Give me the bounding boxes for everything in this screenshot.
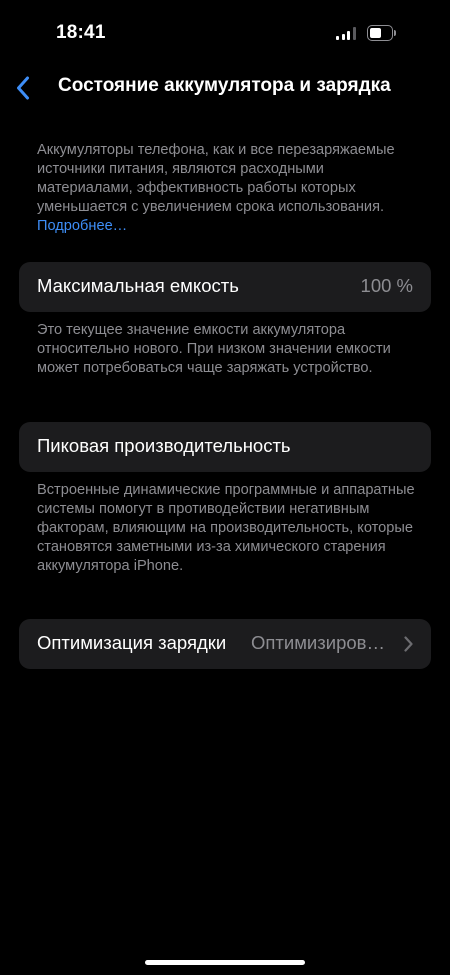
peak-performance-label: Пиковая производительность (37, 435, 291, 456)
page-title: Состояние аккумулятора и зарядка (58, 75, 391, 96)
learn-more-link[interactable]: Подробнее… (37, 218, 127, 234)
max-capacity-description: Это текущее значение емкости аккумулятор… (37, 322, 391, 376)
back-button[interactable] (6, 70, 40, 106)
max-capacity-row: Максимальная емкость 100 % (19, 262, 431, 312)
battery-health-screen: 18:41 Состояние аккумулятора и зарядка А… (0, 0, 450, 975)
max-capacity-value: 100 % (360, 275, 413, 296)
chevron-right-icon (404, 636, 413, 652)
peak-performance-row: Пиковая производительность (19, 422, 431, 472)
charging-optimization-row[interactable]: Оптимизация зарядки Оптимизиров… (19, 619, 431, 669)
status-bar: 18:41 (0, 0, 450, 66)
cellular-signal-icon (336, 27, 356, 40)
max-capacity-label: Максимальная емкость (37, 275, 239, 296)
charging-optimization-value: Оптимизиров… (251, 632, 385, 653)
home-indicator[interactable] (145, 960, 305, 965)
chevron-left-icon (17, 76, 29, 100)
status-time: 18:41 (56, 22, 106, 43)
navigation-bar: Состояние аккумулятора и зарядка (0, 66, 450, 110)
intro-text: Аккумуляторы телефона, как и все перезар… (37, 141, 422, 236)
peak-performance-description: Встроенные динамические программные и ап… (37, 482, 415, 574)
intro-description: Аккумуляторы телефона, как и все перезар… (37, 142, 395, 215)
battery-icon (367, 25, 396, 41)
charging-optimization-label: Оптимизация зарядки (37, 632, 227, 653)
